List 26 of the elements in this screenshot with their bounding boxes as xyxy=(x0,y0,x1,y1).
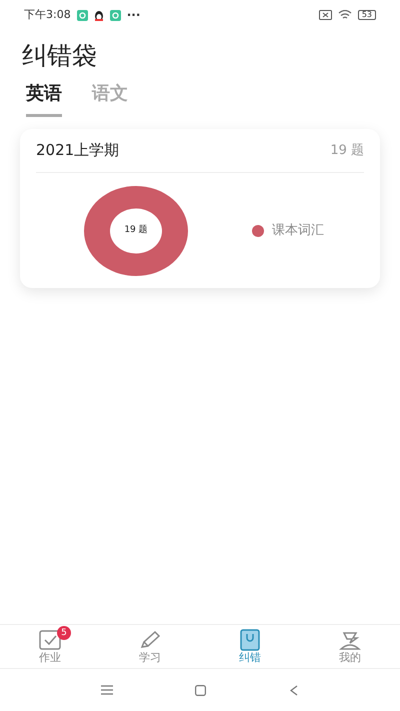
nav-tab[interactable]: 我的 xyxy=(300,625,400,668)
back-icon[interactable] xyxy=(288,684,299,696)
more-notifications: ··· xyxy=(126,7,140,24)
app-notification-icon xyxy=(110,10,121,20)
legend-label: 课本词汇 xyxy=(272,222,324,240)
subject-tab[interactable]: 英语 xyxy=(26,80,62,117)
page-title: 纠错袋 xyxy=(21,40,98,72)
status-time: 下午3:08 xyxy=(24,6,71,23)
nav-tab[interactable]: 学习 xyxy=(100,625,200,668)
menu-icon[interactable] xyxy=(101,685,114,695)
no-sim-icon xyxy=(318,10,332,20)
notification-badge: 5 xyxy=(57,626,71,640)
wifi-icon xyxy=(338,10,352,20)
bag-icon xyxy=(238,629,262,651)
question-count: 19 题 xyxy=(330,142,364,160)
penguin-icon xyxy=(94,10,104,20)
term-title: 2021上学期 xyxy=(36,140,120,162)
donut-center-label: 19 题 xyxy=(124,225,148,236)
nav-tab[interactable]: 纠错 xyxy=(200,625,300,668)
battery-indicator: 53 xyxy=(358,10,376,20)
checked-note-icon xyxy=(38,629,62,651)
pencil-icon xyxy=(138,629,162,651)
app-notification-icon xyxy=(76,10,88,20)
home-icon[interactable] xyxy=(195,684,206,696)
subject-tab[interactable]: 语文 xyxy=(92,80,128,117)
nav-tab[interactable]: 作业 5 xyxy=(0,625,100,668)
